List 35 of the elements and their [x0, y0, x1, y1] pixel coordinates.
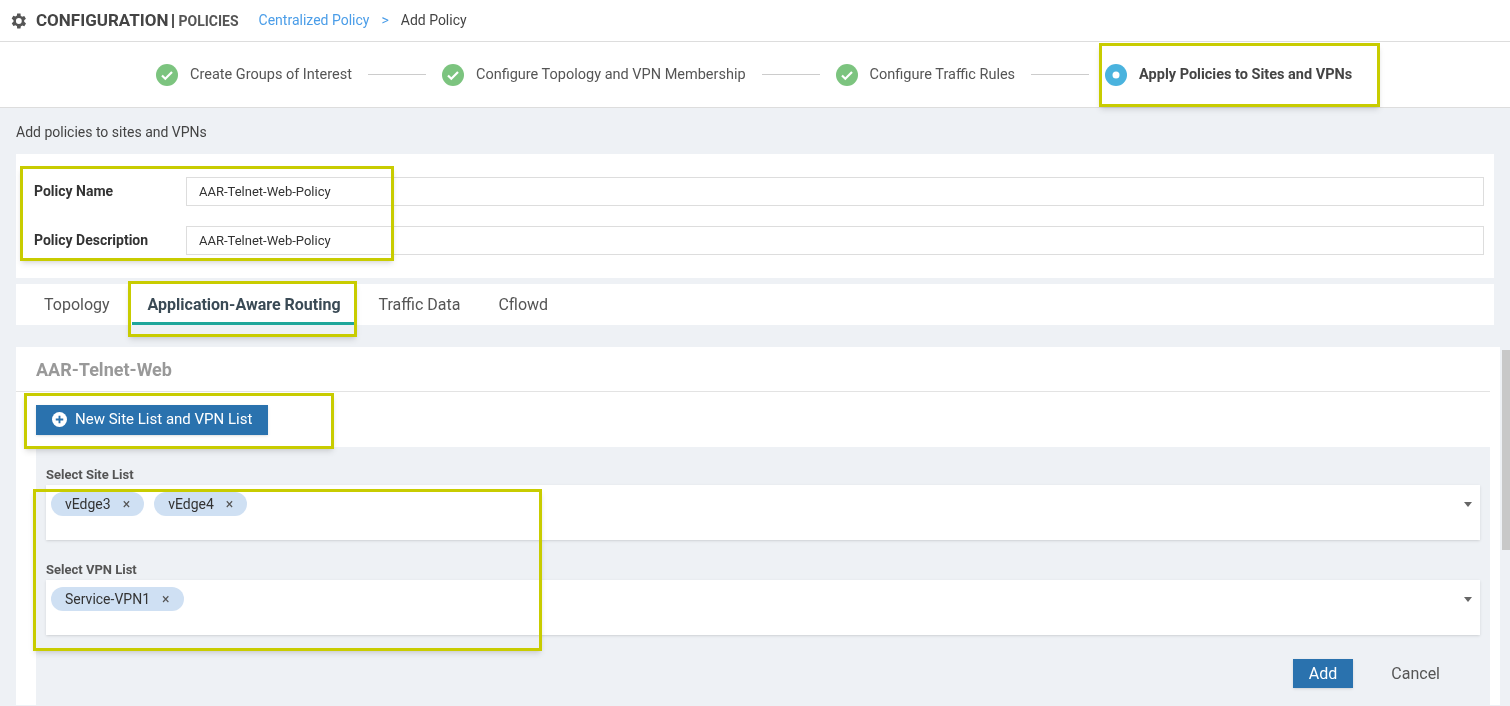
multi-select-field[interactable]: Service-VPN1 × — [46, 580, 1480, 635]
tab[interactable]: Traffic Data — [362, 284, 477, 325]
field-label: Policy Description — [33, 231, 150, 250]
tag-label: vEdge3 — [65, 494, 111, 514]
text-input[interactable]: AAR-Telnet-Web-Policy — [186, 177, 1484, 206]
section-heading: Add policies to sites and VPNs — [15, 123, 208, 142]
breadcrumb-current: Add Policy — [400, 11, 467, 30]
step-label: Create Groups of Interest — [190, 64, 352, 85]
tab[interactable]: Topology — [28, 284, 126, 325]
plus-circle-icon — [52, 412, 67, 427]
panel-title: AAR-Telnet-Web — [16, 347, 1490, 392]
scrollbar-thumb[interactable] — [1502, 350, 1510, 550]
dropdown-caret-icon — [1464, 597, 1472, 602]
remove-tag-button[interactable]: × — [225, 493, 234, 515]
tab[interactable]: Cflowd — [482, 284, 565, 325]
remove-tag-button[interactable]: × — [122, 493, 131, 515]
step-label: Configure Topology and VPN Membership — [475, 64, 746, 85]
tab[interactable]: Application-Aware Routing — [131, 284, 357, 325]
tag-label: Service-VPN1 — [65, 589, 150, 609]
remove-tag-button[interactable]: × — [162, 588, 170, 610]
step-label: Apply Policies to Sites and VPNs — [1139, 64, 1353, 85]
new-list-button[interactable]: New Site List and VPN List — [36, 404, 269, 435]
step-label: Configure Traffic Rules — [869, 64, 1016, 85]
breadcrumb-separator: > — [381, 11, 389, 30]
field-label: Select Site List — [46, 466, 135, 484]
multi-select-field[interactable]: vEdge3 × vEdge4 × — [46, 485, 1480, 540]
cancel-button[interactable]: Cancel — [1387, 659, 1444, 688]
field-label: Policy Name — [33, 182, 115, 201]
text-input[interactable]: AAR-Telnet-Web-Policy — [186, 226, 1484, 255]
page-title: CONFIGURATION — [36, 8, 169, 32]
dropdown-caret-icon — [1464, 502, 1472, 507]
add-button[interactable]: Add — [1292, 659, 1354, 688]
field-label: Select VPN List — [46, 561, 138, 579]
tag-label: vEdge4 — [168, 494, 214, 514]
section-title: POLICIES — [172, 13, 239, 28]
